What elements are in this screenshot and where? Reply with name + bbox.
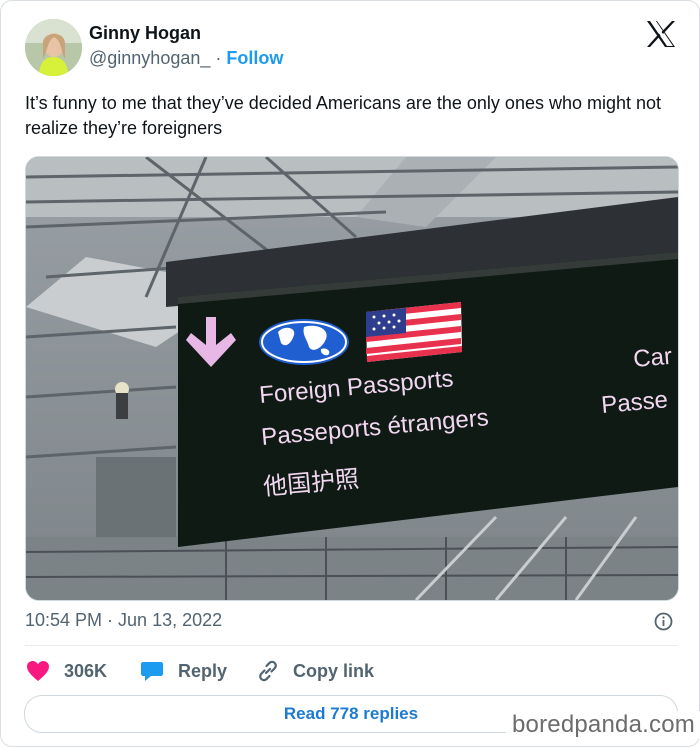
author-handle[interactable]: @ginnyhogan_: [89, 48, 210, 68]
us-flag-icon: [366, 302, 462, 362]
follow-button[interactable]: Follow: [226, 48, 283, 68]
like-button[interactable]: 306K: [26, 657, 107, 685]
separator-dot: ·: [215, 48, 222, 68]
x-logo-icon[interactable]: [646, 20, 676, 48]
reply-button[interactable]: Reply: [140, 657, 227, 685]
watermark: boredpanda.com: [506, 711, 700, 739]
info-icon[interactable]: [654, 612, 673, 631]
divider: [25, 645, 677, 646]
handle-row: @ginnyhogan_ · Follow: [89, 48, 283, 69]
link-icon: [259, 660, 277, 682]
tweet-timestamp[interactable]: 10:54 PM · Jun 13, 2022: [25, 610, 222, 631]
like-count: 306K: [64, 660, 108, 681]
reply-bubble-icon: [141, 662, 163, 681]
sign-text-right-1: Car: [632, 343, 673, 373]
heart-icon: [27, 661, 49, 681]
copy-link-button[interactable]: Copy link: [257, 657, 374, 685]
tweet-card: Ginny Hogan @ginnyhogan_ · Follow It’s f…: [0, 0, 700, 747]
tweet-photo[interactable]: Foreign Passports Passeports étrangers 他…: [25, 156, 679, 601]
avatar[interactable]: [25, 19, 82, 76]
reply-label: Reply: [178, 660, 228, 681]
author-name[interactable]: Ginny Hogan: [89, 23, 201, 44]
globe-icon: [259, 319, 349, 365]
copy-link-label: Copy link: [293, 660, 375, 681]
tweet-text: It’s funny to me that they’ve decided Am…: [25, 93, 662, 138]
